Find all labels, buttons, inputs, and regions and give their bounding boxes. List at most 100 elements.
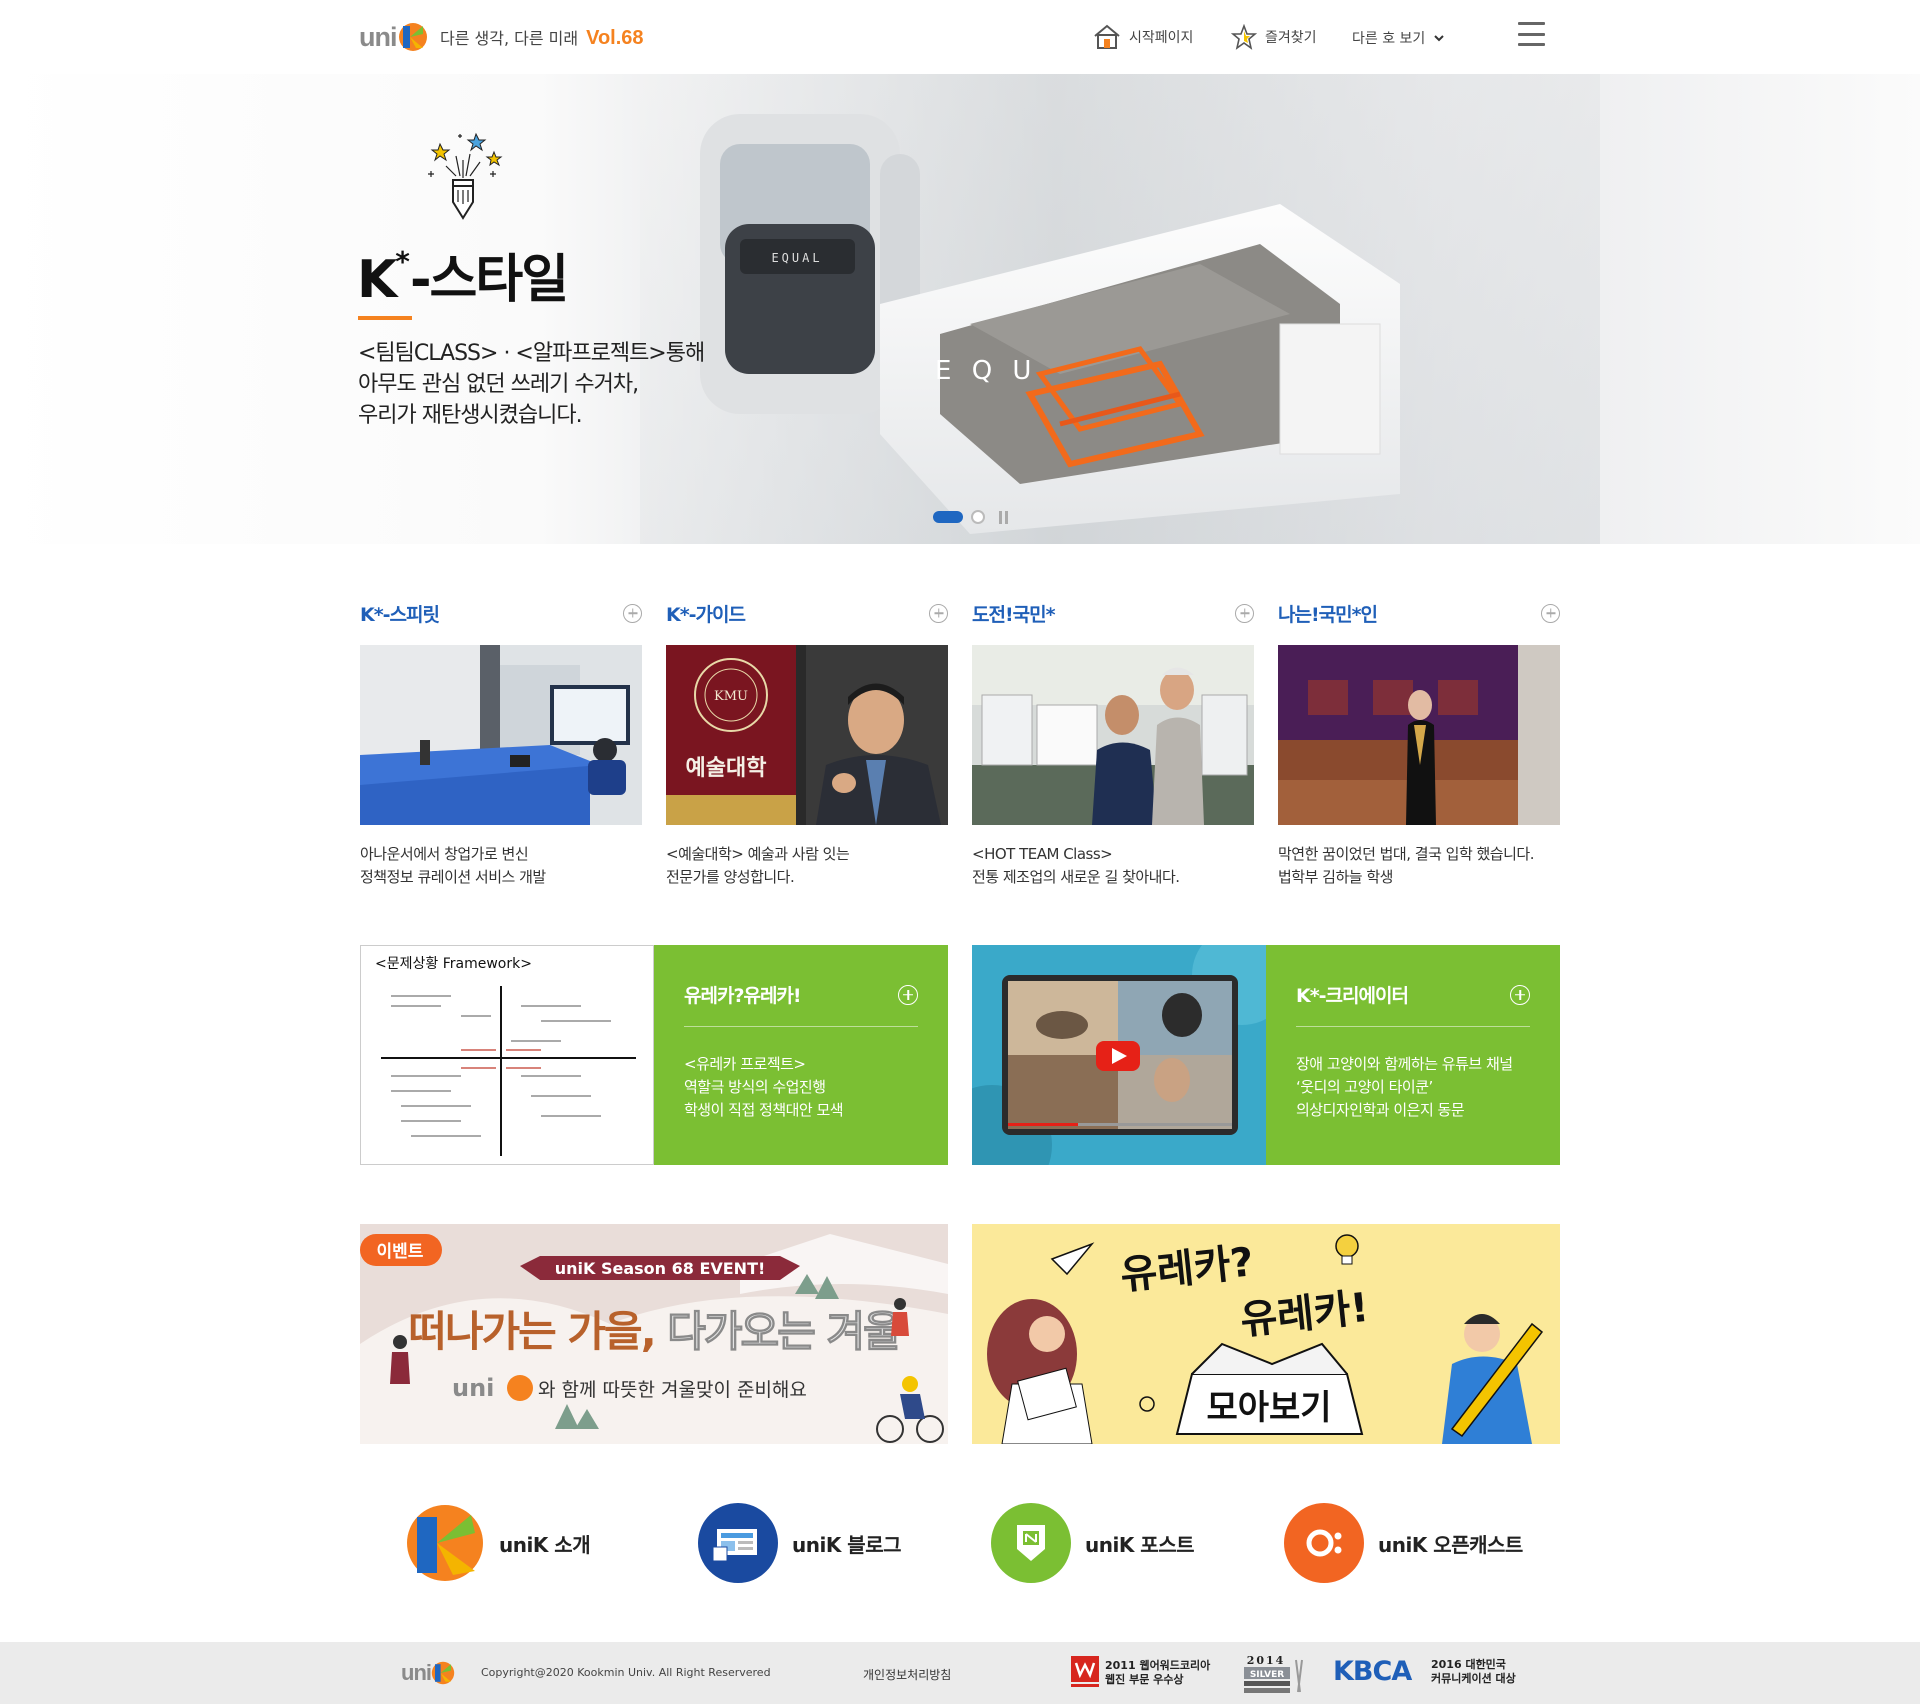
feature-description: <유레카 프로젝트> 역할극 방식의 수업진행 학생이 직접 정책대안 모색 [684,1053,918,1122]
unik-intro-icon [405,1503,485,1583]
hero-slider[interactable]: EQUAL E Q U K*-스타일 <팀팀CLASS> · <알파프로젝트>통… [0,74,1920,544]
framework-sketch: <문제상황 Framework> [361,946,653,1164]
card-desc-line: 전문가를 양성합니다. [666,868,795,886]
youtube-illustration [972,945,1266,1165]
kbca-logo-text: KBCA [1333,1656,1412,1687]
web-award-badge: 2011 웹어워드코리아 웹진 부문 우수상 [1071,1656,1210,1690]
courtroom-photo [1278,645,1560,825]
event-badge: 이벤트 [377,1242,424,1262]
slide-dot[interactable] [971,510,985,524]
silver-award-icon: 2014 SILVER [1244,1654,1303,1693]
card-header: 나는!국민*인 [1278,598,1560,628]
feature-title-row: 유레카?유레카! [684,981,918,1008]
card-k-guide[interactable]: K*-가이드 KMU 예술대학 <예술대학> 예술과 사람 잇는 전문가를 양성… [666,598,948,889]
home-page-link[interactable]: 시작페이지 [1093,24,1193,50]
eureka-banner-art: 유레카? 유레카! 모아보기 [972,1224,1560,1444]
feature-desc-line: 학생이 직접 정책대안 모색 [684,1101,844,1119]
feature-desc-line: ‘웃디의 고양이 타이쿤’ [1296,1078,1433,1096]
other-issue-dropdown[interactable]: 다른 호 보기 [1352,28,1445,48]
unik-blog-link[interactable]: uniK 블로그 [698,1503,902,1583]
unik-intro-link[interactable]: uniK 소개 [405,1503,591,1583]
footer-logo[interactable]: uni [401,1660,455,1686]
plus-circle-icon[interactable] [1541,603,1560,623]
award-line: 커뮤니케이션 대상 [1431,1672,1516,1685]
plus-circle-icon[interactable] [1510,984,1530,1005]
hero-title-k: K [357,250,397,310]
card-desc-line: 정책정보 큐레이션 서비스 개발 [360,868,546,886]
event-sub-text: 와 함께 따뜻한 겨울맞이 준비해요 [538,1379,807,1401]
menu-bar [1518,22,1545,25]
footer-logo-text: uni [401,1660,432,1685]
feature-k-creator[interactable]: K*-크리에이터 장애 고양이와 함께하는 유튜브 채널 ‘웃디의 고양이 타이… [972,945,1560,1165]
pause-button[interactable] [999,510,1008,524]
chevron-down-icon [1434,35,1445,42]
unik-k-icon [431,1661,455,1685]
link-label: uniK 소개 [499,1532,591,1557]
plus-circle-icon[interactable] [898,984,918,1005]
card-i-am-kookmin[interactable]: 나는!국민*인 막연한 꿈이었던 법대, 결국 입학 했습니다. 법학부 김하늘… [1278,598,1560,889]
card-header: 도전!국민* [972,598,1254,628]
youtube-video-image[interactable] [972,945,1266,1165]
feature-title-row: K*-크리에이터 [1296,981,1530,1008]
card-k-spirit[interactable]: K*-스피릿 아나운서에서 창업가로 변신 정책정보 큐레이션 서비스 개발 [360,598,642,889]
home-label: 시작페이지 [1129,30,1194,46]
link-label: uniK 포스트 [1085,1532,1195,1557]
card-image-art-college[interactable]: KMU 예술대학 [666,645,948,825]
unik-opencast-link[interactable]: uniK 오픈캐스트 [1284,1503,1523,1583]
unik-logo[interactable]: uni [359,20,428,54]
unik-k-icon [398,23,427,51]
site-footer: uni Copyright@2020 Kookmin Univ. All Rig… [0,1642,1920,1704]
feature-text-panel[interactable]: 유레카?유레카! <유레카 프로젝트> 역할극 방식의 수업진행 학생이 직접 … [654,945,948,1165]
favorite-label: 즐겨찾기 [1265,30,1317,46]
menu-bar [1518,43,1545,46]
art-college-banner-text: 예술대학 [686,756,767,781]
menu-button[interactable] [1518,22,1545,46]
feature-text-panel[interactable]: K*-크리에이터 장애 고양이와 함께하는 유튜브 채널 ‘웃디의 고양이 타이… [1266,945,1560,1165]
framework-sketch-image[interactable]: <문제상황 Framework> [360,945,654,1165]
link-label: uniK 블로그 [792,1532,902,1557]
card-challenge[interactable]: 도전!국민* <HOT TEAM Class> 전통 제조업의 새로운 길 찾아… [972,598,1254,889]
divider [684,1026,918,1027]
event-banner[interactable]: 이벤트 uniK Season 68 EVENT! 떠나가는 가을, 다가오는 … [360,1224,948,1444]
feature-desc-line: 장애 고양이와 함께하는 유튜브 채널 [1296,1055,1513,1073]
card-image-courtroom[interactable] [1278,645,1560,825]
feature-eureka[interactable]: <문제상황 Framework> 유레카?유레카! <유레카 프로젝트> 역할극… [360,945,948,1165]
silver-award-text: SILVER [1250,1670,1284,1680]
event-headline-autumn: 떠나가는 가을, [408,1307,654,1356]
plus-circle-icon[interactable] [623,603,642,623]
silver-stevie-badge: 2014 SILVER [1242,1654,1308,1694]
tagline-text: 다른 생각, 다른 미래 [440,29,579,48]
unik-k-mark [507,1375,533,1401]
favorite-link[interactable]: 즐겨찾기 [1231,24,1317,50]
kbca-award-badge: KBCA 2016 대한민국 커뮤니케이션 대상 [1333,1656,1516,1688]
other-issue-label: 다른 호 보기 [1352,31,1426,47]
card-title: 나는!국민*인 [1278,603,1378,626]
star-icon [1231,24,1257,50]
equ-label: E Q U [935,356,1037,386]
privacy-policy-link[interactable]: 개인정보처리방침 [863,1666,951,1683]
hero-title: K*-스타일 [357,237,569,312]
blog-icon [698,1503,778,1583]
award-line: 웹진 부문 우수상 [1105,1673,1184,1686]
office-photo [360,645,642,825]
unik-post-link[interactable]: uniK 포스트 [991,1503,1195,1583]
card-desc-line: 법학부 김하늘 학생 [1278,868,1393,886]
plus-circle-icon[interactable] [1235,603,1254,623]
event-sub-logo: uni [452,1374,494,1402]
logo-text: uni [359,21,397,52]
eureka-collection-banner[interactable]: 유레카? 유레카! 모아보기 [972,1224,1560,1444]
card-desc-line: <HOT TEAM Class> [972,845,1113,863]
plus-circle-icon[interactable] [929,603,948,623]
card-header: K*-스피릿 [360,598,642,628]
slide-dot-active[interactable] [933,511,963,523]
naver-post-icon [991,1503,1071,1583]
pause-bar [999,510,1002,524]
card-image-lab[interactable] [972,645,1254,825]
award-line: 2011 웹어워드코리아 [1105,1659,1211,1672]
card-description: 아나운서에서 창업가로 변신 정책정보 큐레이션 서비스 개발 [360,843,642,889]
feature-description: 장애 고양이와 함께하는 유튜브 채널 ‘웃디의 고양이 타이쿤’ 의상디자인학… [1296,1053,1530,1122]
card-image-office[interactable] [360,645,642,825]
event-banner-art: 이벤트 uniK Season 68 EVENT! 떠나가는 가을, 다가오는 … [360,1224,948,1444]
copyright-text: Copyright@2020 Kookmin Univ. All Right R… [481,1666,771,1679]
hero-description[interactable]: <팀팀CLASS> · <알파프로젝트>통해 아무도 관심 없던 쓰레기 수거차… [358,338,705,431]
